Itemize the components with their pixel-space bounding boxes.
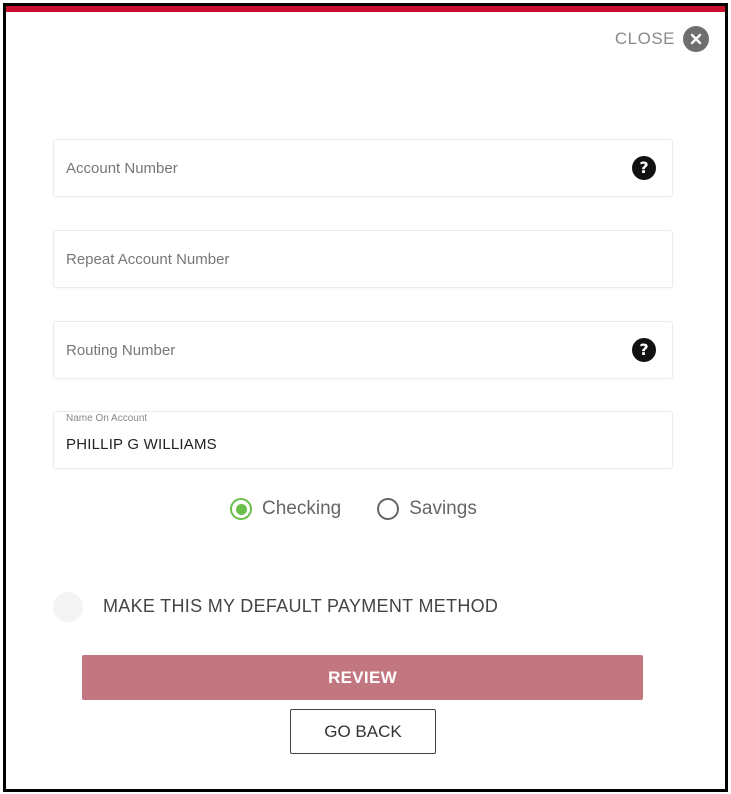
routing-number-input[interactable] [66, 322, 626, 378]
close-button[interactable]: CLOSE [615, 26, 709, 52]
routing-number-field: ? [53, 321, 673, 379]
savings-radio-unselected-icon [377, 498, 400, 520]
account-number-input[interactable] [66, 140, 626, 196]
default-payment-label: MAKE THIS MY DEFAULT PAYMENT METHOD [103, 596, 499, 616]
review-button[interactable]: REVIEW [82, 655, 643, 700]
top-accent-bar [6, 6, 725, 12]
repeat-account-number-input[interactable] [66, 231, 626, 287]
go-back-button[interactable]: GO BACK [290, 709, 436, 754]
savings-radio[interactable]: Savings [377, 498, 477, 520]
name-on-account-value[interactable]: PHILLIP G WILLIAMS [66, 436, 217, 453]
repeat-account-number-field [53, 230, 673, 288]
account-type-radio-group: Checking Savings [230, 498, 477, 520]
routing-number-help-icon[interactable]: ? [632, 338, 656, 362]
close-label: CLOSE [614, 29, 675, 48]
name-on-account-field[interactable]: Name On Account PHILLIP G WILLIAMS [53, 411, 673, 469]
payment-method-dialog: CLOSE ? ? Name On Account PHILLIP G WILL… [3, 3, 728, 792]
checking-radio[interactable]: Checking [230, 498, 341, 520]
checking-label: Checking [262, 498, 342, 519]
account-number-field: ? [53, 139, 673, 197]
name-on-account-label: Name On Account [66, 413, 148, 424]
account-number-help-icon[interactable]: ? [632, 156, 656, 180]
radio-dot-icon [235, 503, 247, 515]
close-icon [683, 26, 709, 52]
checking-radio-selected-icon [230, 498, 252, 520]
savings-label: Savings [409, 498, 477, 519]
default-payment-checkbox[interactable] [53, 592, 83, 622]
